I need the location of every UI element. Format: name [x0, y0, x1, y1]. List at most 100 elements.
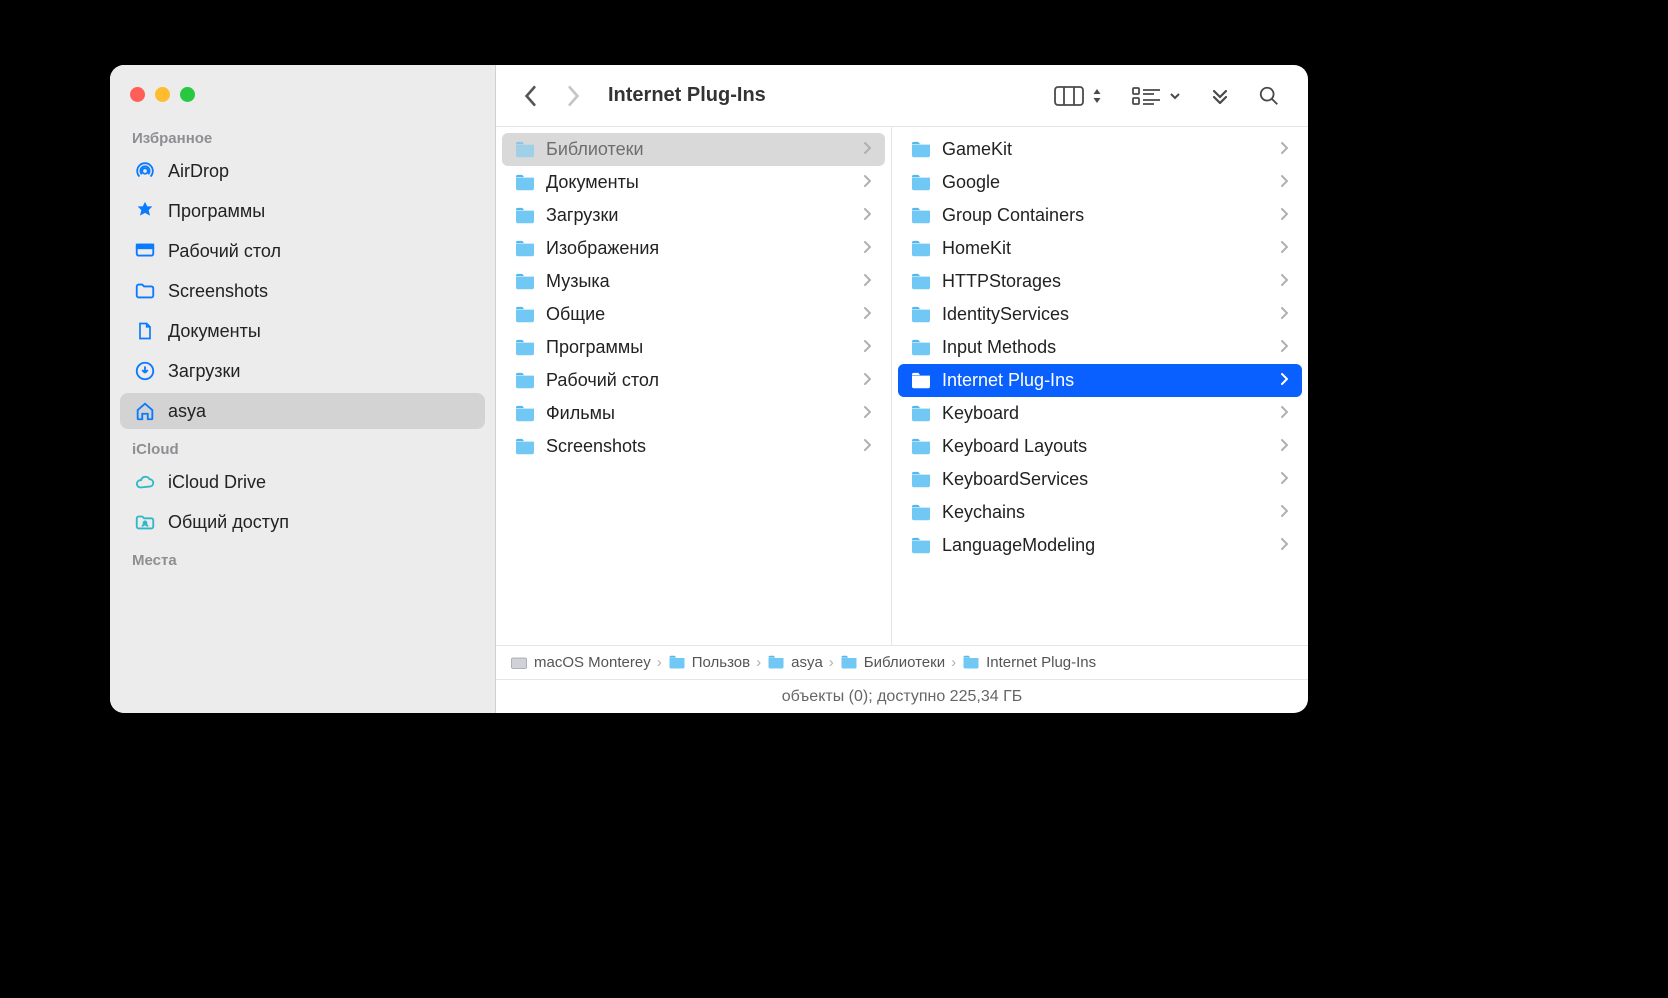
column-0[interactable]: Библиотеки Документы Загрузки Изображения Му…	[496, 127, 892, 645]
list-item-label: Библиотеки	[546, 139, 644, 160]
list-item-label: Рабочий стол	[546, 370, 659, 391]
path-crumb[interactable]: macOS Monterey	[510, 654, 651, 671]
finder-window: Избранное AirDrop Программы Рабочий стол…	[110, 65, 1308, 713]
path-crumb-label: Пользов	[692, 654, 750, 671]
sidebar-item-documents[interactable]: Документы	[120, 313, 485, 349]
sidebar-item-applications[interactable]: Программы	[120, 193, 485, 229]
path-crumb[interactable]: Пользов	[668, 654, 750, 671]
close-button[interactable]	[130, 87, 145, 102]
list-item[interactable]: IdentityServices	[898, 298, 1302, 331]
path-crumb-label: asya	[791, 654, 823, 671]
chevron-right-icon	[863, 172, 871, 193]
chevron-right-icon	[863, 304, 871, 325]
list-item-label: Документы	[546, 172, 639, 193]
apps-icon	[134, 200, 156, 222]
chevron-right-icon	[1280, 205, 1288, 226]
sidebar-item-shared[interactable]: Общий доступ	[120, 504, 485, 540]
list-item[interactable]: Group Containers	[898, 199, 1302, 232]
list-item[interactable]: LanguageModeling	[898, 529, 1302, 562]
sidebar-item-downloads[interactable]: Загрузки	[120, 353, 485, 389]
list-item-label: IdentityServices	[942, 304, 1069, 325]
sidebar-section-locations: Места	[110, 542, 495, 573]
group-button[interactable]	[1124, 80, 1190, 112]
sidebar-item-label: Документы	[168, 321, 261, 342]
list-item[interactable]: Общие	[502, 298, 885, 331]
list-item[interactable]: Google	[898, 166, 1302, 199]
path-bar[interactable]: macOS Monterey›Пользов›asya›Библиотеки›I…	[496, 645, 1308, 679]
toolbar: Internet Plug-Ins	[496, 65, 1308, 127]
sidebar-item-label: Рабочий стол	[168, 241, 281, 262]
forward-button[interactable]	[558, 81, 588, 111]
list-item[interactable]: Библиотеки	[502, 133, 885, 166]
minimize-button[interactable]	[155, 87, 170, 102]
sidebar: Избранное AirDrop Программы Рабочий стол…	[110, 65, 496, 713]
path-separator: ›	[951, 654, 956, 671]
path-separator: ›	[756, 654, 761, 671]
list-item[interactable]: Документы	[502, 166, 885, 199]
view-columns-button[interactable]	[1046, 80, 1112, 112]
list-item[interactable]: Музыка	[502, 265, 885, 298]
chevron-right-icon	[863, 337, 871, 358]
list-item[interactable]: KeyboardServices	[898, 463, 1302, 496]
list-item[interactable]: GameKit	[898, 133, 1302, 166]
list-item[interactable]: Internet Plug-Ins	[898, 364, 1302, 397]
list-item[interactable]: Keychains	[898, 496, 1302, 529]
list-item[interactable]: Keyboard	[898, 397, 1302, 430]
list-item-label: LanguageModeling	[942, 535, 1095, 556]
list-item-label: Фильмы	[546, 403, 615, 424]
sidebar-item-icloud-drive[interactable]: iCloud Drive	[120, 464, 485, 500]
more-actions-button[interactable]	[1202, 80, 1238, 112]
path-separator: ›	[829, 654, 834, 671]
sidebar-item-airdrop[interactable]: AirDrop	[120, 153, 485, 189]
list-item-label: GameKit	[942, 139, 1012, 160]
list-item-label: Keyboard	[942, 403, 1019, 424]
chevron-right-icon	[1280, 271, 1288, 292]
sidebar-item-home[interactable]: asya	[120, 393, 485, 429]
chevron-right-icon	[1280, 403, 1288, 424]
chevron-right-icon	[863, 238, 871, 259]
chevron-right-icon	[863, 403, 871, 424]
chevron-right-icon	[1280, 436, 1288, 457]
status-text: объекты (0); доступно 225,34 ГБ	[782, 688, 1022, 706]
list-item[interactable]: Input Methods	[898, 331, 1302, 364]
path-crumb[interactable]: asya	[767, 654, 823, 671]
window-controls	[110, 75, 495, 120]
sidebar-item-screenshots[interactable]: Screenshots	[120, 273, 485, 309]
status-bar: объекты (0); доступно 225,34 ГБ	[496, 679, 1308, 713]
list-item-label: Input Methods	[942, 337, 1056, 358]
path-crumb[interactable]: Internet Plug-Ins	[962, 654, 1096, 671]
sidebar-section-icloud: iCloud	[110, 431, 495, 462]
list-item-label: Программы	[546, 337, 643, 358]
chevron-right-icon	[1280, 238, 1288, 259]
list-item[interactable]: Фильмы	[502, 397, 885, 430]
list-item[interactable]: Изображения	[502, 232, 885, 265]
zoom-button[interactable]	[180, 87, 195, 102]
list-item[interactable]: Рабочий стол	[502, 364, 885, 397]
chevron-right-icon	[863, 436, 871, 457]
list-item-label: Group Containers	[942, 205, 1084, 226]
download-icon	[134, 360, 156, 382]
list-item[interactable]: HomeKit	[898, 232, 1302, 265]
list-item-label: Keyboard Layouts	[942, 436, 1087, 457]
chevron-right-icon	[863, 139, 871, 160]
chevron-right-icon	[863, 370, 871, 391]
chevron-right-icon	[1280, 469, 1288, 490]
sidebar-item-label: Screenshots	[168, 281, 268, 302]
chevron-right-icon	[1280, 172, 1288, 193]
main-area: Internet Plug-Ins Библиотеки Документы Заг…	[496, 65, 1308, 713]
sidebar-item-label: Программы	[168, 201, 265, 222]
list-item[interactable]: Программы	[502, 331, 885, 364]
list-item[interactable]: Screenshots	[502, 430, 885, 463]
chevron-right-icon	[863, 271, 871, 292]
sidebar-item-desktop[interactable]: Рабочий стол	[120, 233, 485, 269]
column-1[interactable]: GameKit Google Group Containers HomeKitHTTP…	[892, 127, 1308, 645]
list-item-label: KeyboardServices	[942, 469, 1088, 490]
list-item[interactable]: Keyboard Layouts	[898, 430, 1302, 463]
list-item-label: Изображения	[546, 238, 659, 259]
back-button[interactable]	[516, 81, 546, 111]
shared-folder-icon	[134, 511, 156, 533]
list-item[interactable]: HTTPStorages	[898, 265, 1302, 298]
search-button[interactable]	[1250, 80, 1288, 112]
path-crumb[interactable]: Библиотеки	[840, 654, 945, 671]
list-item[interactable]: Загрузки	[502, 199, 885, 232]
